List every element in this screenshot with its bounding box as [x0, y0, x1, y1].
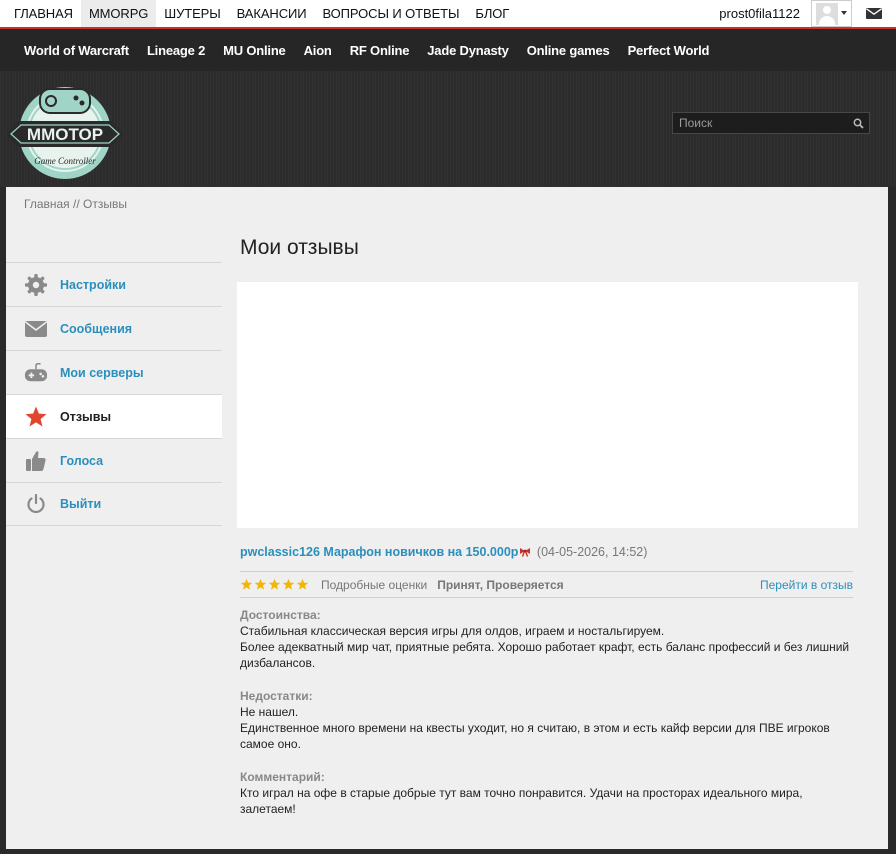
rating-star-icon: [282, 578, 295, 590]
breadcrumb-home[interactable]: Главная: [24, 197, 70, 211]
sidebar-item-logout[interactable]: Выйти: [6, 482, 222, 526]
ad-placeholder: [237, 282, 858, 528]
breadcrumb: Главная // Отзывы: [24, 197, 127, 211]
games-nav-rf-online[interactable]: RF Online: [341, 43, 419, 58]
sidebar-item-messages[interactable]: Сообщения: [6, 306, 222, 350]
sidebar-item-label: Отзывы: [60, 409, 112, 424]
user-menu-button[interactable]: [811, 0, 852, 27]
search-input[interactable]: [673, 113, 847, 133]
review-server-link[interactable]: pwclassic126 Марафон новичков на 150.000…: [240, 545, 518, 559]
sidebar-item-votes[interactable]: Голоса: [6, 438, 222, 482]
games-nav-perfect-world[interactable]: Perfect World: [619, 43, 719, 58]
rating-star-icon: [296, 578, 309, 590]
user-area: prost0fila1122: [719, 0, 896, 27]
logo-subtitle: Game Controller: [34, 156, 96, 166]
rating-star-icon: [268, 578, 281, 590]
comment-heading: Комментарий:: [240, 770, 325, 784]
games-nav-jade-dynasty[interactable]: Jade Dynasty: [418, 43, 517, 58]
breadcrumb-separator: //: [73, 197, 80, 211]
games-nav-wow[interactable]: World of Warcraft: [15, 43, 138, 58]
pros-heading: Достоинства:: [240, 608, 321, 622]
pros-line: Стабильная классическая версия игры для …: [240, 624, 665, 638]
messages-button[interactable]: [852, 0, 896, 27]
cons-line: Единственное много времени на квесты ухо…: [240, 721, 830, 751]
breadcrumb-current: Отзывы: [83, 197, 128, 211]
games-nav-lineage2[interactable]: Lineage 2: [138, 43, 214, 58]
sidebar-item-label: Мои серверы: [60, 365, 144, 380]
review-cons: Недостатки: Не нашел. Единственное много…: [240, 688, 860, 752]
comment-line: Кто играл на офе в старые добрые тут вам…: [240, 786, 803, 816]
top-navigation: ГЛАВНАЯ MMORPG ШУТЕРЫ ВАКАНСИИ ВОПРОСЫ И…: [0, 0, 896, 29]
games-nav-online-games[interactable]: Online games: [518, 43, 619, 58]
games-nav-aion[interactable]: Aion: [295, 43, 341, 58]
gamepad-icon: [24, 361, 48, 385]
pros-line: Более адекватный мир чат, приятные ребят…: [240, 640, 850, 670]
sidebar-item-label: Настройки: [60, 277, 126, 292]
topnav-item-blog[interactable]: БЛОГ: [467, 0, 517, 27]
gear-icon: [24, 273, 48, 297]
search-button[interactable]: [847, 118, 869, 129]
rating-star-icon: [254, 578, 267, 590]
topnav-item-faq[interactable]: ВОПРОСЫ И ОТВЕТЫ: [314, 0, 467, 27]
search-box: [672, 112, 870, 134]
sidebar-item-label: Выйти: [60, 497, 102, 511]
sidebar-item-reviews[interactable]: Отзывы: [6, 394, 222, 438]
power-icon: [24, 492, 48, 516]
site-header: MMOTOP Game Controller: [0, 71, 896, 187]
star-icon: [24, 405, 48, 429]
envelope-icon: [866, 8, 882, 19]
games-navigation: World of Warcraft Lineage 2 MU Online Ai…: [0, 29, 896, 71]
review-date: (04-05-2026, 14:52): [536, 545, 648, 559]
sidebar-item-my-servers[interactable]: Мои серверы: [6, 350, 222, 394]
goto-review-link[interactable]: Перейти в отзыв: [760, 578, 853, 592]
sidebar-item-settings[interactable]: Настройки: [6, 262, 222, 306]
page-title: Мои отзывы: [240, 236, 359, 259]
caret-down-icon: [841, 11, 847, 15]
envelope-icon: [24, 317, 48, 341]
sidebar-item-label: Голоса: [60, 453, 104, 468]
detailed-ratings-link[interactable]: Подробные оценки: [321, 578, 427, 592]
avatar: [816, 2, 838, 25]
account-sidebar: Настройки Сообщения Мои серверы Отзывы Г…: [6, 262, 222, 526]
sidebar-item-label: Сообщения: [60, 321, 133, 336]
review-body: Достоинства: Стабильная классическая вер…: [240, 607, 860, 834]
review-header: pwclassic126 Марафон новичков на 150.000…: [240, 545, 647, 560]
cons-heading: Недостатки:: [240, 689, 313, 703]
review-meta-row: Подробные оценки Принят, Проверяется Пер…: [240, 571, 853, 598]
games-nav-mu-online[interactable]: MU Online: [214, 43, 294, 58]
topnav-item-vacancies[interactable]: ВАКАНСИИ: [229, 0, 315, 27]
rating-star-icon: [240, 578, 253, 590]
username-link[interactable]: prost0fila1122: [719, 6, 800, 21]
review-status: Принят, Проверяется: [437, 577, 564, 592]
rating-stars: [240, 578, 309, 591]
bow-icon: [519, 546, 531, 560]
cons-line: Не нашел.: [240, 705, 299, 719]
logo-text: MMOTOP: [27, 125, 103, 144]
mmotop-logo[interactable]: MMOTOP Game Controller: [6, 79, 124, 183]
thumbs-up-icon: [24, 449, 48, 473]
topnav-item-mmorpg[interactable]: MMORPG: [80, 0, 157, 27]
review-comment: Комментарий: Кто играл на офе в старые д…: [240, 769, 860, 817]
topnav-item-home[interactable]: ГЛАВНАЯ: [0, 0, 81, 27]
content-panel: Главная // Отзывы Настройки Сообщения Мо…: [6, 187, 888, 849]
review-pros: Достоинства: Стабильная классическая вер…: [240, 607, 860, 671]
topnav-item-shooters[interactable]: ШУТЕРЫ: [156, 0, 228, 27]
search-icon: [853, 118, 864, 129]
